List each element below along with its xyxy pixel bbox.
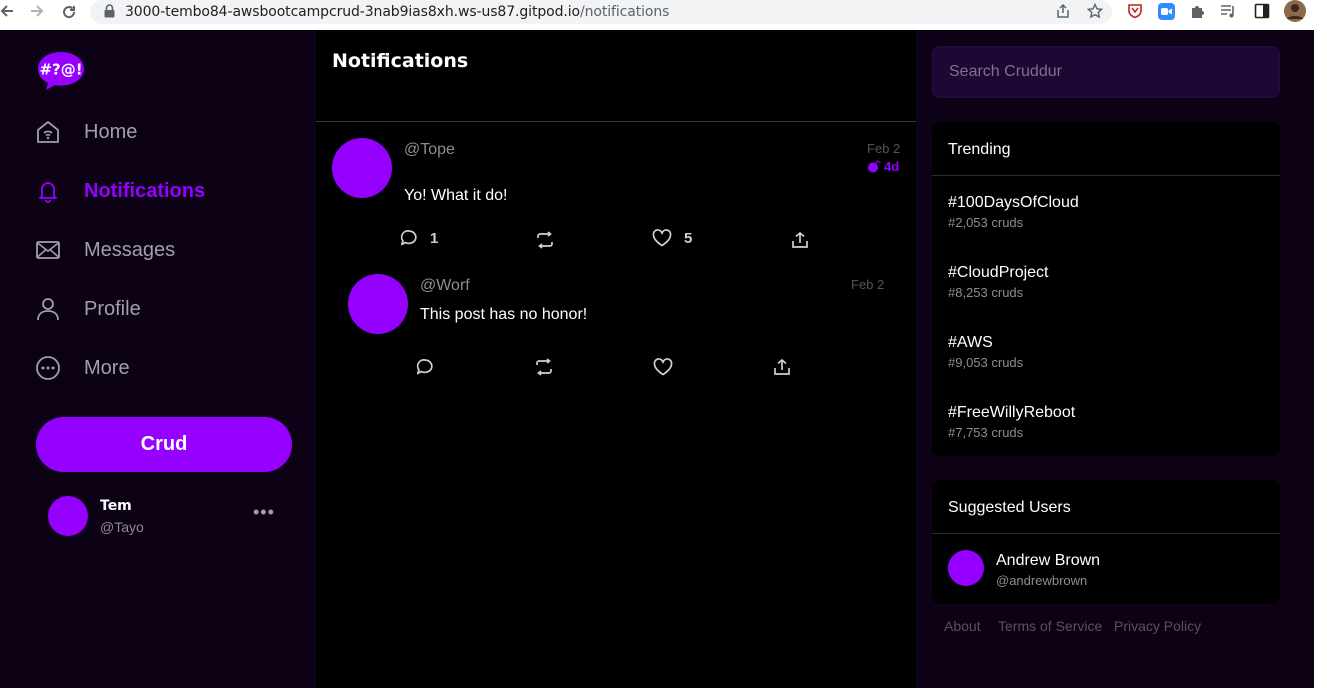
activity-message: Yo! What it do!: [404, 187, 508, 204]
feed-divider: [316, 121, 916, 122]
footer-about-link[interactable]: About: [944, 618, 981, 634]
sidebar-item-label: Messages: [84, 238, 176, 261]
activity-handle[interactable]: @Worf: [420, 277, 470, 295]
like-count: 5: [684, 229, 693, 247]
notifications-feed: Notifications @Tope Feb 2 4d Yo! What it…: [316, 30, 916, 688]
bookmark-star-icon[interactable]: [1086, 2, 1104, 24]
sidebar-item-messages[interactable]: Messages: [34, 232, 175, 268]
activity-handle[interactable]: @Tope: [404, 141, 455, 159]
activity-message: This post has no honor!: [420, 306, 588, 323]
trending-item-tag[interactable]: #FreeWillyReboot: [948, 404, 1075, 422]
activity-date: Feb 2: [867, 141, 901, 156]
lock-icon: [104, 4, 115, 23]
forward-arrow-icon[interactable]: [30, 4, 44, 23]
right-sidebar: Trending #100DaysOfCloud #2,053 cruds #C…: [916, 30, 1314, 688]
extension-shield-icon[interactable]: [1127, 3, 1143, 24]
bell-icon: [34, 177, 62, 205]
trending-title: Trending: [948, 141, 1011, 158]
envelope-icon: [34, 236, 62, 264]
reload-icon[interactable]: [61, 4, 77, 25]
trending-item-tag[interactable]: #100DaysOfCloud: [948, 194, 1079, 212]
home-icon: [34, 118, 62, 146]
cruddur-app: #?@! Home Notifications Messages Profile…: [0, 30, 1327, 688]
share-button[interactable]: [791, 231, 809, 249]
trending-item-count: #2,053 cruds: [948, 215, 1024, 230]
profile-name: Tem: [100, 498, 132, 514]
suggested-users-title: Suggested Users: [948, 499, 1071, 516]
reply-icon: [400, 230, 417, 246]
share-icon: [792, 231, 808, 248]
footer-privacy-link[interactable]: Privacy Policy: [1114, 618, 1201, 634]
sidebar-item-label: More: [84, 356, 130, 379]
sidebar-item-label: Profile: [84, 297, 141, 320]
trending-item-tag[interactable]: #CloudProject: [948, 264, 1049, 282]
like-button[interactable]: [653, 358, 673, 376]
footer-terms-link[interactable]: Terms of Service: [998, 618, 1102, 634]
profile-more-button[interactable]: •••: [253, 502, 275, 523]
heart-icon: [652, 229, 672, 247]
activity-date: Feb 2: [851, 277, 885, 292]
more-circle-icon: [34, 354, 62, 382]
address-bar-url: 3000-tembo84-awsbootcampcrud-3nab9ias8xh…: [125, 4, 670, 20]
avatar[interactable]: [948, 550, 984, 586]
repost-icon: [537, 231, 553, 249]
person-icon: [34, 295, 62, 323]
left-sidebar: #?@! Home Notifications Messages Profile…: [0, 30, 316, 688]
trending-item-tag[interactable]: #AWS: [948, 334, 993, 352]
heart-icon: [653, 358, 673, 376]
avatar[interactable]: [348, 274, 408, 334]
sidebar-item-home[interactable]: Home: [34, 114, 137, 150]
suggested-users-panel: Suggested Users Andrew Brown @andrewbrow…: [932, 480, 1280, 604]
share-button[interactable]: [773, 358, 791, 376]
reply-button[interactable]: [416, 358, 434, 376]
reply-button[interactable]: 1: [400, 229, 438, 247]
avatar: [48, 496, 88, 536]
trending-item-count: #9,053 cruds: [948, 355, 1024, 370]
search-input[interactable]: [932, 46, 1280, 98]
profile-handle: @Tayo: [100, 519, 144, 535]
suggested-user-handle: @andrewbrown: [996, 573, 1088, 588]
panel-divider: [932, 533, 1280, 534]
repost-button[interactable]: [536, 231, 554, 249]
reply-icon: [416, 359, 433, 375]
side-panel-icon[interactable]: [1254, 3, 1270, 24]
profile-card[interactable]: Tem @Tayo •••: [48, 496, 288, 540]
extensions-puzzle-icon[interactable]: [1190, 3, 1206, 24]
crud-button[interactable]: Crud: [36, 417, 292, 472]
repost-icon: [536, 358, 552, 376]
video-extension-icon[interactable]: [1158, 3, 1175, 25]
window-edge: [1314, 30, 1327, 688]
activity-expires: 4d: [867, 159, 899, 174]
share-icon[interactable]: [1055, 3, 1071, 24]
back-arrow-icon[interactable]: [0, 4, 14, 23]
suggested-user-name[interactable]: Andrew Brown: [996, 552, 1100, 570]
page-title: Notifications: [332, 50, 469, 72]
bomb-icon: [868, 160, 881, 173]
sidebar-item-label: Home: [84, 120, 138, 143]
svg-text:#?@!: #?@!: [39, 61, 82, 79]
browser-profile-avatar[interactable]: [1284, 0, 1306, 27]
like-button[interactable]: 5: [652, 229, 692, 247]
share-icon: [774, 358, 790, 375]
trending-panel: Trending #100DaysOfCloud #2,053 cruds #C…: [932, 122, 1280, 456]
browser-toolbar: 3000-tembo84-awsbootcampcrud-3nab9ias8xh…: [0, 0, 1327, 30]
reply-count: 1: [430, 229, 439, 247]
panel-divider: [932, 175, 1280, 176]
media-queue-icon[interactable]: [1220, 3, 1236, 24]
sidebar-item-notifications[interactable]: Notifications: [34, 173, 205, 209]
trending-item-count: #7,753 cruds: [948, 425, 1024, 440]
cruddur-logo[interactable]: #?@!: [36, 50, 86, 97]
sidebar-item-more[interactable]: More: [34, 350, 130, 386]
avatar[interactable]: [332, 138, 392, 198]
trending-item-count: #8,253 cruds: [948, 285, 1024, 300]
sidebar-item-profile[interactable]: Profile: [34, 291, 141, 327]
repost-button[interactable]: [535, 358, 553, 376]
sidebar-item-label: Notifications: [84, 179, 206, 202]
